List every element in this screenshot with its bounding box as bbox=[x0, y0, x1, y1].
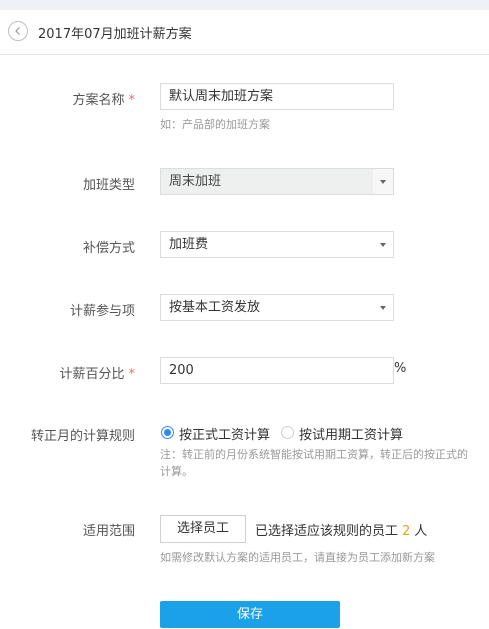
scheme-name-input[interactable]: 默认周末加班方案 bbox=[160, 83, 394, 110]
scope-label: 适用范围 bbox=[82, 524, 135, 539]
pay-percent-input[interactable]: 200 bbox=[160, 357, 394, 384]
overtime-type-label: 加班类型 bbox=[82, 178, 135, 193]
required-mark: * bbox=[128, 93, 136, 108]
back-button[interactable] bbox=[8, 21, 28, 41]
selected-employees-text: 已选择适应该规则的员工 2 人 bbox=[255, 520, 427, 539]
chevron-left-icon bbox=[15, 27, 20, 35]
caret-down-icon bbox=[380, 243, 386, 247]
compensation-select[interactable]: 加班费 bbox=[160, 231, 394, 258]
select-employees-button[interactable]: 选择员工 bbox=[160, 515, 246, 543]
caret-down-icon bbox=[380, 306, 386, 310]
radio-formal-salary-label[interactable]: 按正式工资计算 bbox=[179, 424, 270, 443]
compensation-label: 补偿方式 bbox=[82, 241, 135, 256]
pay-percent-label-text: 计薪百分比 bbox=[59, 367, 125, 382]
caret-down-icon bbox=[380, 180, 386, 184]
percent-unit: % bbox=[394, 361, 407, 376]
selected-suffix: 人 bbox=[414, 524, 428, 539]
scope-hint: 如需修改默认方案的适用员工，请直接为员工添加新方案 bbox=[160, 551, 435, 564]
regularization-note: 注：转正前的月份系统智能按试用期工资算，转正后的按正式的 计算。 bbox=[160, 446, 489, 480]
selected-prefix: 已选择适应该规则的员工 bbox=[255, 524, 399, 539]
pay-percent-label: 计薪百分比 * bbox=[0, 363, 135, 382]
overtime-type-value: 周末加班 bbox=[169, 174, 222, 189]
overtime-type-select: 周末加班 bbox=[160, 168, 394, 195]
top-strip bbox=[0, 0, 489, 10]
regularization-note-line1: 注：转正前的月份系统智能按试用期工资算，转正后的按正式的 bbox=[160, 448, 468, 461]
page-title: 2017年07月加班计薪方案 bbox=[38, 27, 192, 42]
pay-item-select[interactable]: 按基本工资发放 bbox=[160, 294, 394, 321]
radio-probation-salary[interactable] bbox=[281, 426, 294, 439]
dropdown-toggle bbox=[373, 169, 393, 194]
radio-formal-salary[interactable] bbox=[161, 426, 174, 439]
selected-count: 2 bbox=[402, 524, 411, 539]
regularization-note-line2: 计算。 bbox=[160, 465, 193, 478]
scheme-name-hint: 如：产品部的加班方案 bbox=[160, 118, 270, 131]
pay-item-label: 计薪参与项 bbox=[69, 304, 135, 319]
scheme-name-label: 方案名称 * bbox=[0, 89, 135, 108]
scheme-name-label-text: 方案名称 bbox=[72, 93, 125, 108]
radio-probation-salary-label[interactable]: 按试用期工资计算 bbox=[299, 424, 403, 443]
required-mark: * bbox=[128, 367, 136, 382]
page-header: 2017年07月加班计薪方案 bbox=[0, 10, 489, 55]
compensation-value: 加班费 bbox=[169, 237, 209, 252]
pay-item-value: 按基本工资发放 bbox=[169, 300, 261, 315]
save-button[interactable]: 保存 bbox=[160, 601, 340, 628]
regularization-rule-label: 转正月的计算规则 bbox=[30, 429, 135, 444]
